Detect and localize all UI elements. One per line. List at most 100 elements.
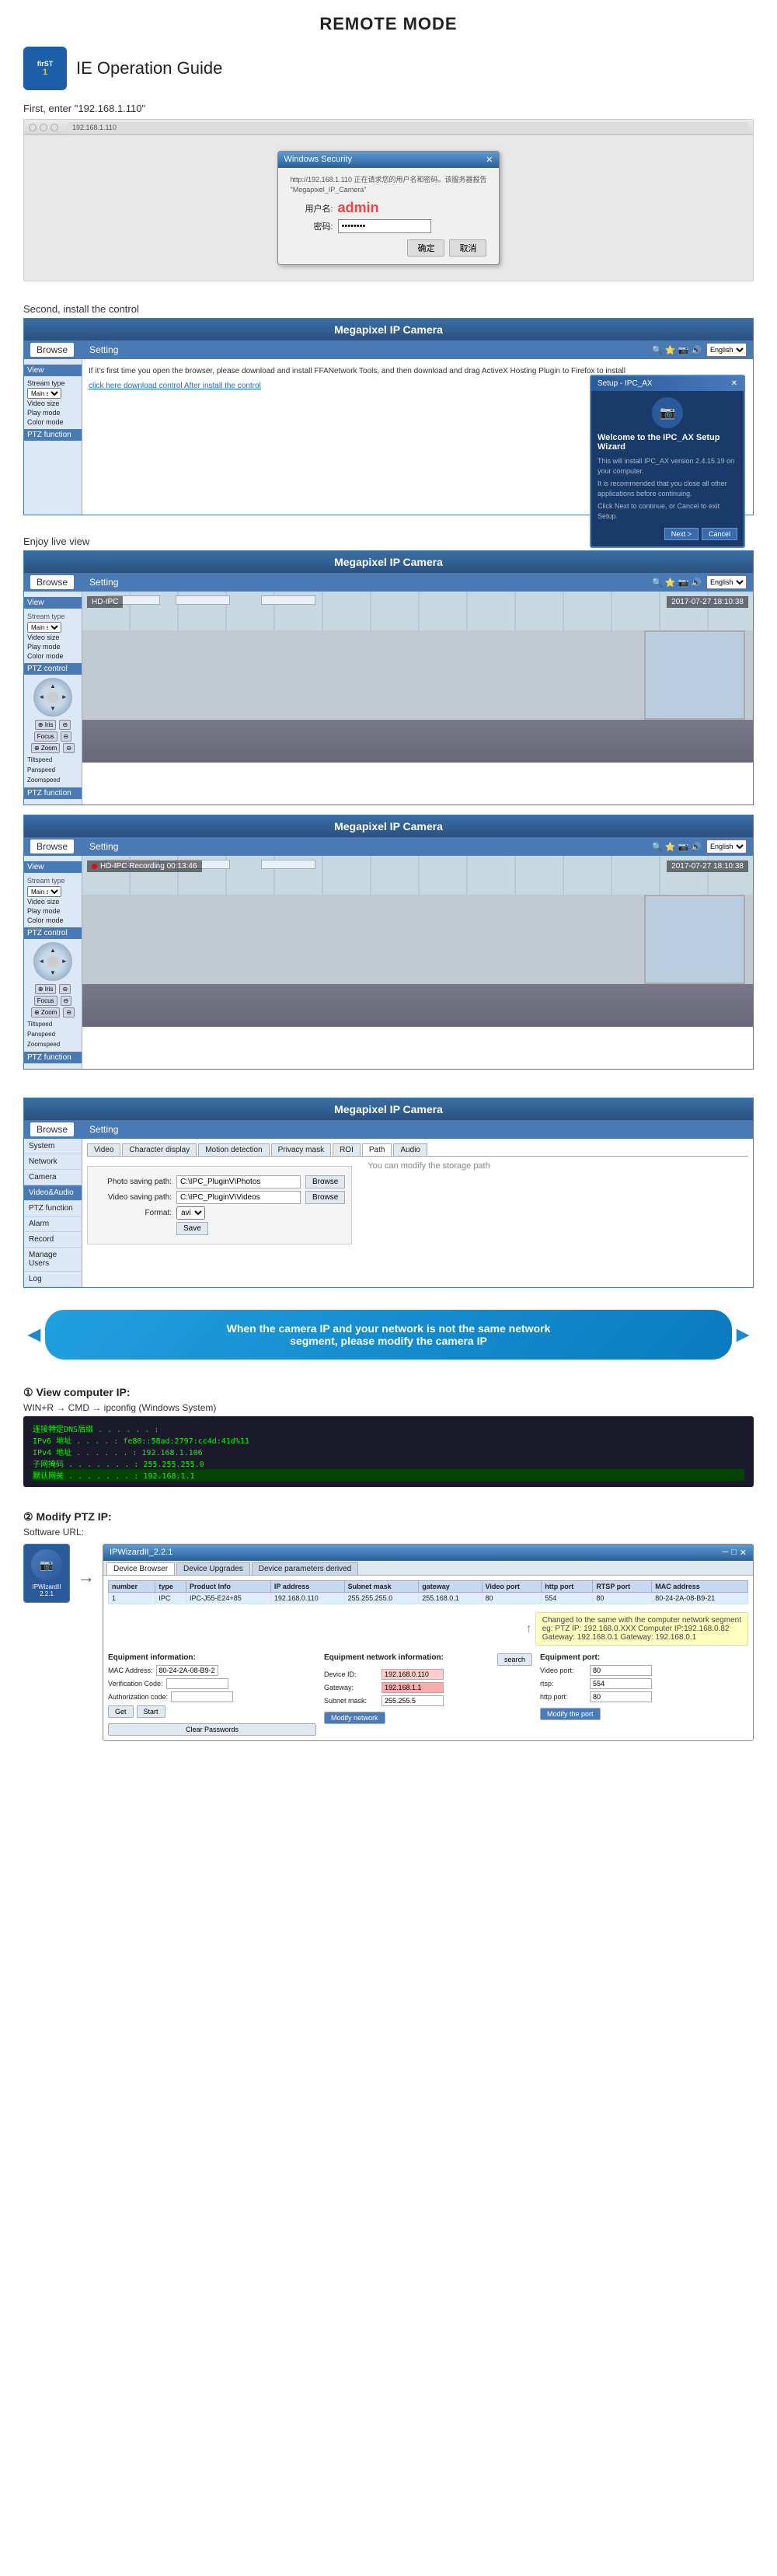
ptz-center[interactable] <box>47 692 58 703</box>
sub-tab-video[interactable]: Video <box>87 1143 120 1156</box>
setup-wizard-heading: Welcome to the IPC_AX Setup Wizard <box>598 433 737 452</box>
modify-port-button[interactable]: Modify the port <box>540 1708 601 1720</box>
menu-videoaudio[interactable]: Video&Audio <box>24 1185 82 1201</box>
network-warning-text: When the camera IP and your network is n… <box>227 1322 551 1347</box>
settings-tab-browse[interactable]: Browse <box>30 1122 74 1136</box>
liveview1-stream-select[interactable]: Main stream <box>27 622 61 633</box>
menu-record[interactable]: Record <box>24 1232 82 1248</box>
ptz-iris-open[interactable]: ⊕ Iris <box>35 720 57 730</box>
ptz-joystick-2[interactable]: ▲ ◄ ► ▼ <box>33 942 72 981</box>
ptz2-focus-far[interactable]: ⊖ <box>61 996 72 1006</box>
stream-type-select[interactable]: Main stream <box>27 388 61 399</box>
setup-next-button[interactable]: Next > <box>664 528 699 540</box>
dialog-close-icon[interactable]: ✕ <box>486 155 493 165</box>
tab-browse[interactable]: Browse <box>30 343 74 357</box>
menu-ptzfunction[interactable]: PTZ function <box>24 1201 82 1216</box>
ptz-iris-row: ⊕ Iris ⊖ <box>27 720 78 730</box>
ptz2-right[interactable]: ► <box>58 956 70 968</box>
ipwizard-tab-device-params[interactable]: Device parameters derived <box>252 1562 359 1575</box>
download-control-link[interactable]: click here download control After instal… <box>89 382 261 390</box>
rtsp-input[interactable] <box>590 1678 652 1689</box>
verification-input[interactable] <box>166 1678 228 1689</box>
ptz2-iris-open[interactable]: ⊕ Iris <box>35 984 57 994</box>
http-port-input[interactable] <box>590 1691 652 1702</box>
start-button[interactable]: Start <box>137 1705 166 1718</box>
menu-network[interactable]: Network <box>24 1154 82 1170</box>
ptz2-zoom-out[interactable]: ⊖ <box>63 1007 75 1017</box>
format-select[interactable]: avi <box>176 1206 205 1220</box>
liveview1-tab-setting[interactable]: Setting <box>83 575 124 589</box>
ptz2-up[interactable]: ▲ <box>47 944 59 956</box>
menu-alarm[interactable]: Alarm <box>24 1216 82 1232</box>
subnet-input[interactable] <box>382 1695 444 1706</box>
ptz2-down[interactable]: ▼ <box>47 967 59 979</box>
ptz-iris-close[interactable]: ⊖ <box>59 720 71 730</box>
ptz-down[interactable]: ▼ <box>47 703 59 714</box>
ptz2-tiltspeed-label: Tiltspeed <box>27 1019 78 1029</box>
stream-type-label: Stream type <box>27 379 65 387</box>
gateway-input[interactable] <box>382 1682 444 1693</box>
ptz2-focus-near[interactable]: Focus <box>34 996 57 1006</box>
device-id-input[interactable] <box>382 1669 444 1680</box>
photo-browse-button[interactable]: Browse <box>305 1175 345 1189</box>
ptz-right[interactable]: ► <box>58 692 70 703</box>
sub-tab-audio[interactable]: Audio <box>393 1143 427 1156</box>
liveview2-tab-setting[interactable]: Setting <box>83 839 124 853</box>
ipwizard-minimize-icon[interactable]: ─ <box>722 1548 728 1558</box>
cancel-button[interactable]: 取消 <box>449 239 486 257</box>
ptz2-center[interactable] <box>47 956 58 967</box>
modify-network-button[interactable]: Modify network <box>324 1712 385 1724</box>
photo-path-input[interactable] <box>176 1175 301 1189</box>
setup-wizard-close-icon[interactable]: ✕ <box>731 379 737 388</box>
tab-setting[interactable]: Setting <box>83 343 124 357</box>
password-input[interactable] <box>338 219 431 233</box>
ptz-zoom-in[interactable]: ⊕ Zoom <box>31 743 60 753</box>
ok-button[interactable]: 确定 <box>407 239 444 257</box>
menu-manageusers[interactable]: Manage Users <box>24 1248 82 1272</box>
liveview2-tab-browse[interactable]: Browse <box>30 839 74 853</box>
ptz-focus-far[interactable]: ⊖ <box>61 731 72 742</box>
get-button[interactable]: Get <box>108 1705 134 1718</box>
language-select[interactable]: English <box>706 343 747 357</box>
search-button[interactable]: search <box>497 1653 532 1666</box>
sub-tab-chardisplay[interactable]: Character display <box>122 1143 197 1156</box>
liveview1-language-select[interactable]: English <box>706 575 747 589</box>
video-browse-button[interactable]: Browse <box>305 1191 345 1204</box>
address-bar[interactable]: 192.168.1.110 <box>68 122 748 133</box>
liveview1-tab-browse[interactable]: Browse <box>30 575 74 589</box>
video-port-input[interactable] <box>590 1665 652 1676</box>
setup-cancel-button[interactable]: Cancel <box>702 528 737 540</box>
video-path-input[interactable] <box>176 1191 301 1204</box>
sub-tab-privacy[interactable]: Privacy mask <box>271 1143 331 1156</box>
ptz2-iris-close[interactable]: ⊖ <box>59 984 71 994</box>
clear-passwords-button[interactable]: Clear Passwords <box>108 1723 316 1736</box>
sub-tab-path[interactable]: Path <box>362 1143 392 1156</box>
ptz2-zoom-in[interactable]: ⊕ Zoom <box>31 1007 60 1017</box>
authorization-label: Authorization code: <box>108 1693 168 1701</box>
save-button[interactable]: Save <box>176 1222 208 1235</box>
liveview2-stream-select[interactable]: Main stream <box>27 886 61 897</box>
sub-tab-roi[interactable]: ROI <box>333 1143 361 1156</box>
ptz-focus-near[interactable]: Focus <box>34 731 57 742</box>
mac-address-input[interactable] <box>156 1665 218 1676</box>
ptz-joystick[interactable]: ▲ ◄ ► ▼ <box>33 678 72 717</box>
menu-system[interactable]: System <box>24 1139 82 1154</box>
ipwizard-tab-device-upgrades[interactable]: Device Upgrades <box>176 1562 250 1575</box>
ptz2-left[interactable]: ◄ <box>36 956 47 968</box>
table-row[interactable]: 1 IPC IPC-J55-E24+85 192.168.0.110 255.2… <box>109 1593 748 1604</box>
liveview1-toolbar-icons: 🔍 ⭐ 📷 🔊 <box>652 578 702 588</box>
ipwizard-maximize-icon[interactable]: □ <box>731 1548 737 1558</box>
ipwizard-close-icon[interactable]: ✕ <box>740 1548 747 1558</box>
ptz-left[interactable]: ◄ <box>36 692 47 703</box>
liveview2-language-select[interactable]: English <box>706 839 747 853</box>
settings-tab-setting[interactable]: Setting <box>83 1122 124 1136</box>
ptz-zoom-out[interactable]: ⊖ <box>63 743 75 753</box>
ipwizard-tab-device-browser[interactable]: Device Browser <box>106 1562 175 1575</box>
ptz-up[interactable]: ▲ <box>47 680 59 692</box>
menu-log[interactable]: Log <box>24 1272 82 1287</box>
sub-tab-motion[interactable]: Motion detection <box>198 1143 269 1156</box>
menu-camera[interactable]: Camera <box>24 1170 82 1185</box>
ptz-focus-row: Focus ⊖ <box>27 731 78 742</box>
megapixel-liveview1-main: View Stream type Main stream Video size … <box>24 592 753 805</box>
authorization-input[interactable] <box>171 1691 233 1702</box>
